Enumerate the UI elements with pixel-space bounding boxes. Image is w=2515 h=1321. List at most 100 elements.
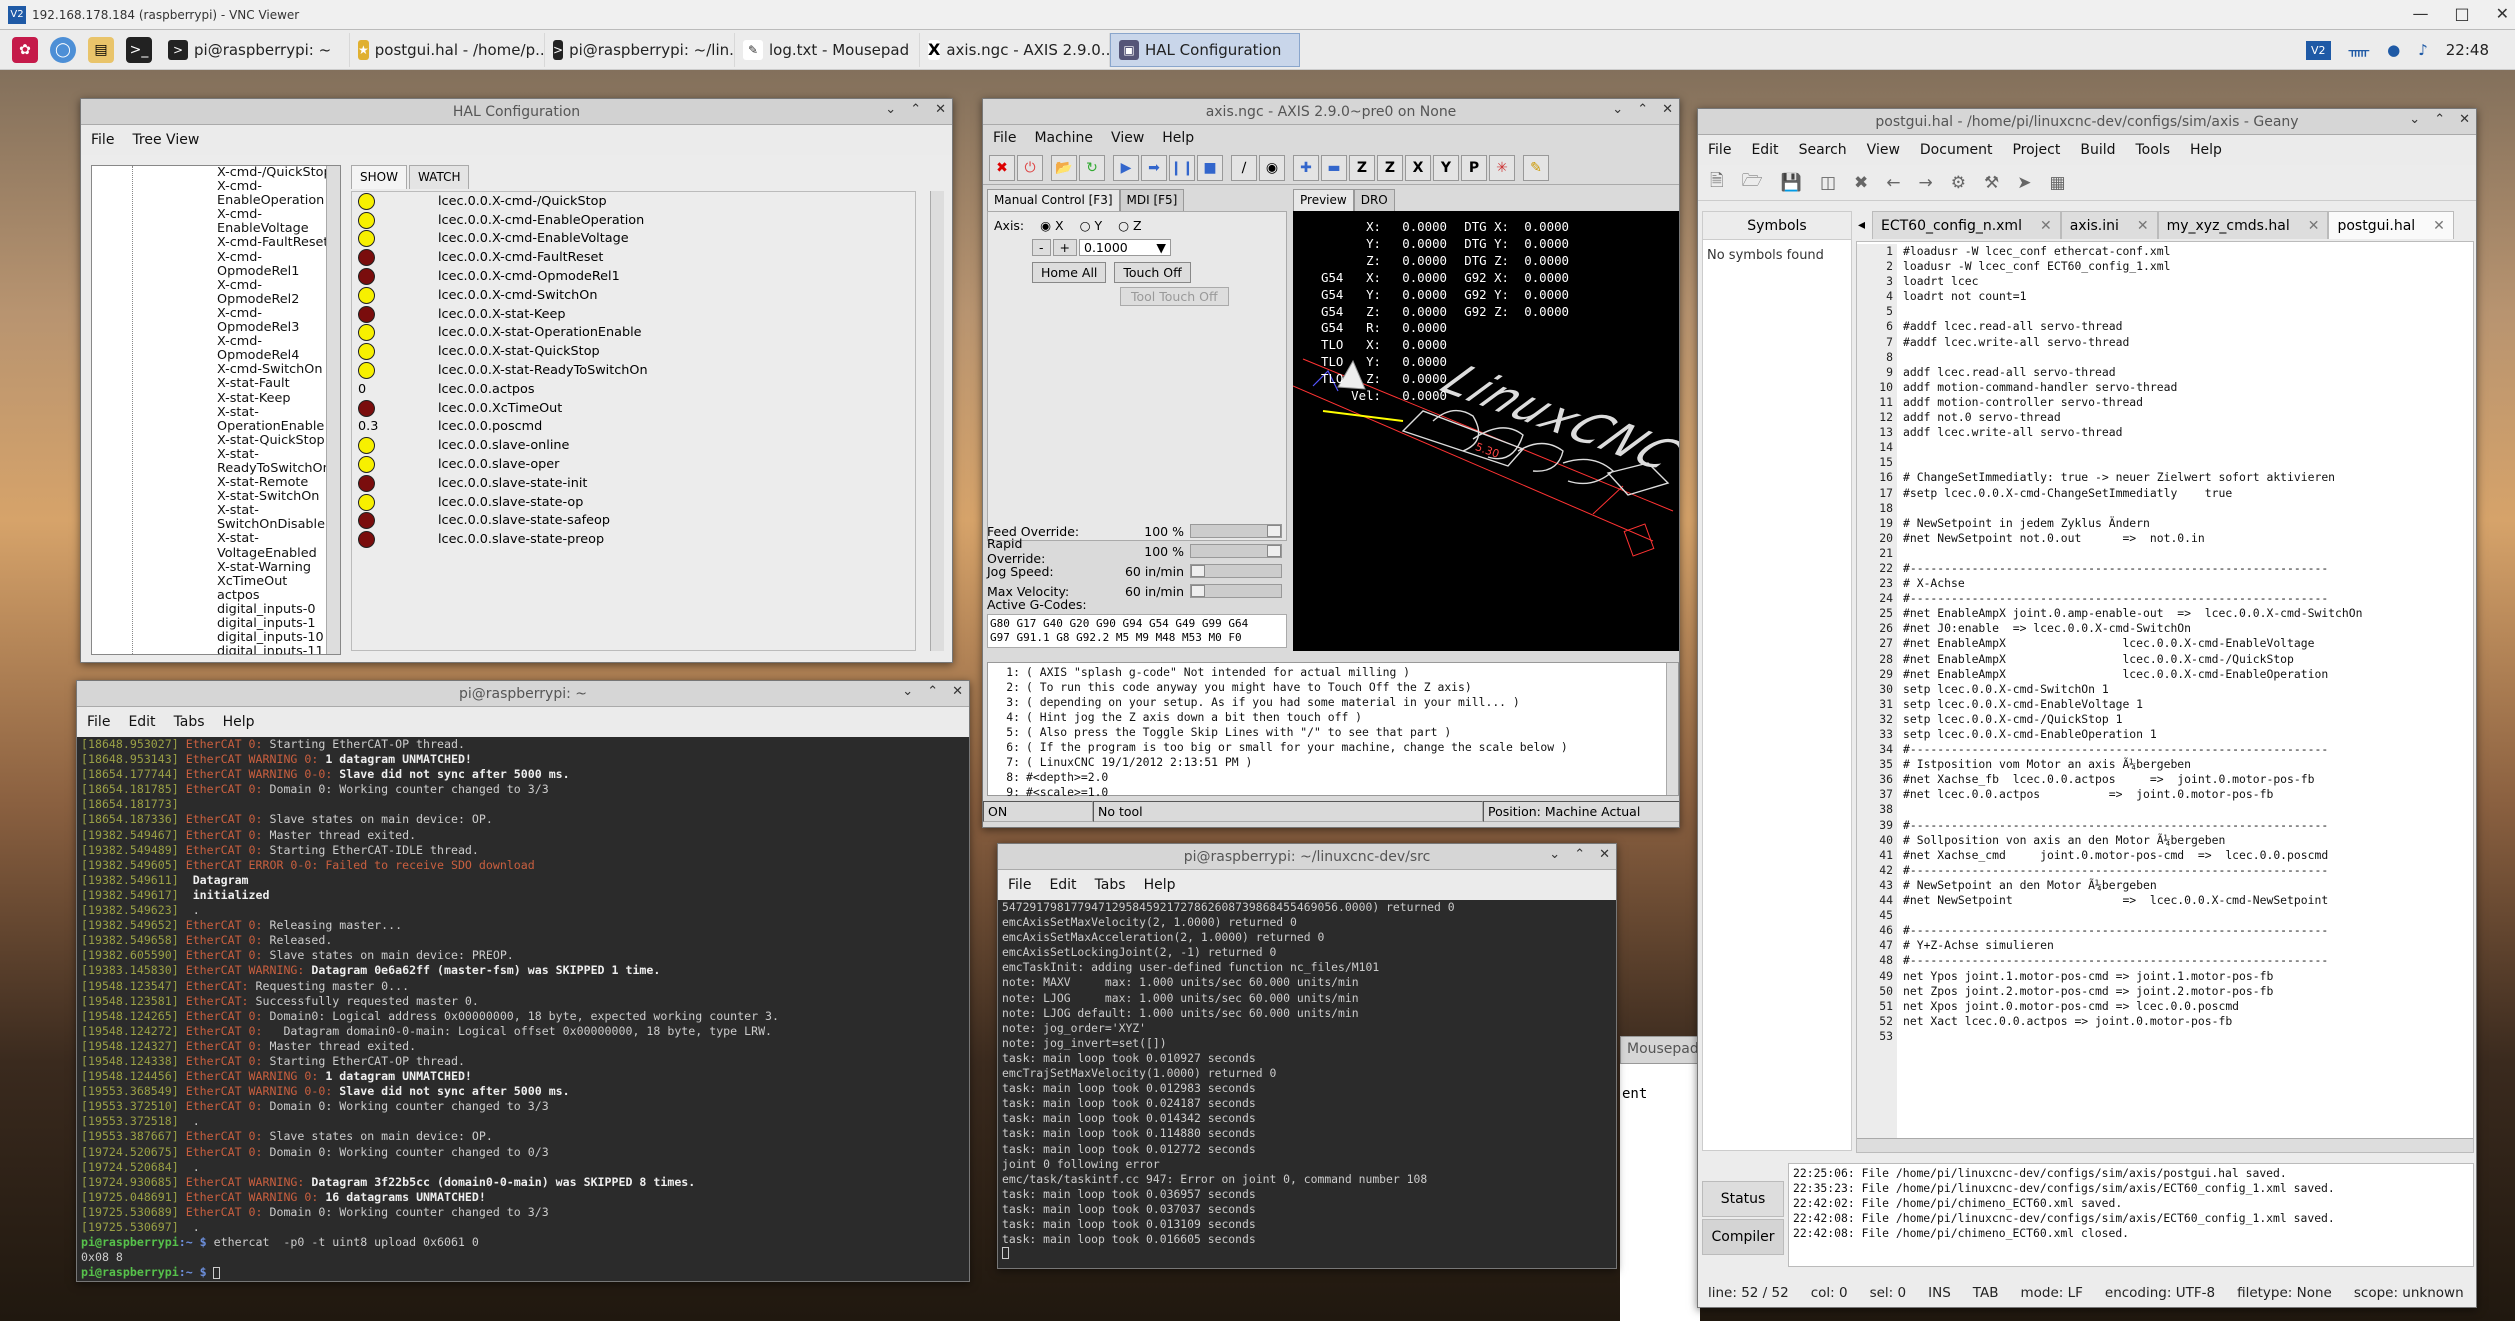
tree-item[interactable]: digital_inputs-0 — [217, 602, 340, 617]
menu-tree-view[interactable]: Tree View — [132, 132, 199, 148]
tree-item[interactable]: X-stat-Keep — [217, 391, 340, 406]
gcode-line[interactable]: 3:( depending on your setup. As if you h… — [992, 695, 1674, 710]
optional-stop-icon[interactable]: ◉ — [1259, 154, 1285, 181]
menu-file[interactable]: File — [993, 130, 1016, 146]
tree-item[interactable]: X-stat-Warning — [217, 560, 340, 575]
chevron-up-icon[interactable]: ⌃ — [927, 684, 938, 699]
task-hal-configuration[interactable]: ▣ HAL Configuration — [1110, 32, 1300, 67]
touch-off-button[interactable]: Touch Off — [1114, 262, 1191, 283]
view-y-icon[interactable]: Y — [1433, 154, 1459, 181]
document-tab[interactable]: ECT60_config_n.xml ✕ — [1872, 211, 2061, 239]
menu-edit[interactable]: Edit — [128, 714, 155, 730]
close-tab-icon[interactable]: ✕ — [2137, 218, 2149, 234]
close-tab-icon[interactable]: ✕ — [2308, 218, 2320, 234]
tabs-scroll-left-icon[interactable]: ◂ — [1858, 211, 1872, 239]
terminal-output[interactable]: [18648.953027] EtherCAT 0: Starting Ethe… — [77, 737, 969, 1281]
vnc-tray-icon[interactable]: V2 — [2306, 40, 2331, 60]
chevron-up-icon[interactable]: ⌃ — [1637, 102, 1648, 117]
block-delete-icon[interactable]: ∕ — [1231, 154, 1257, 181]
rotate-view-icon[interactable]: ✳ — [1489, 154, 1515, 181]
tree-item[interactable]: X-stat-SwitchOnDisable — [217, 504, 340, 532]
view-z-icon[interactable]: Z — [1349, 154, 1375, 181]
tab-preview[interactable]: Preview — [1293, 189, 1354, 211]
view-x-icon[interactable]: X — [1405, 154, 1431, 181]
tab-symbols[interactable]: Symbols — [1703, 212, 1851, 240]
override-slider[interactable] — [1190, 584, 1282, 598]
chevron-up-icon[interactable]: ⌃ — [2434, 112, 2445, 127]
tree-item[interactable]: XcTimeOut — [217, 574, 340, 589]
maximize-icon[interactable]: □ — [2454, 4, 2469, 23]
menu-help[interactable]: Help — [223, 714, 255, 730]
tree-item[interactable]: X-cmd-OpmodeRel3 — [217, 306, 340, 335]
scrollbar[interactable] — [1666, 663, 1678, 795]
tree-item[interactable]: X-stat-Fault — [217, 377, 340, 391]
browser-icon[interactable]: ◯ — [50, 36, 76, 63]
tab-manual-control[interactable]: Manual Control [F3] — [987, 189, 1120, 211]
raspberry-menu-icon[interactable]: ✿ — [12, 36, 38, 63]
slider-handle[interactable] — [1267, 545, 1281, 557]
scrollbar[interactable] — [326, 166, 340, 654]
folder-icon[interactable]: ▤ — [88, 36, 114, 63]
tree-item[interactable]: X-stat-OperationEnable — [217, 405, 340, 434]
tree-item[interactable]: X-cmd-OpmodeRel4 — [217, 335, 340, 363]
task-mousepad[interactable]: ✎ log.txt - Mousepad — [735, 32, 920, 67]
gcode-line[interactable]: 5:( Also press the Toggle Skip Lines wit… — [992, 725, 1674, 740]
zoom-out-icon[interactable]: ▬ — [1321, 154, 1347, 181]
chevron-up-icon[interactable]: ⌃ — [1574, 847, 1585, 862]
open-file-icon[interactable]: 📂 — [1051, 154, 1077, 181]
menu-edit[interactable]: Edit — [1751, 142, 1778, 158]
override-slider[interactable] — [1190, 524, 1282, 538]
menu-tabs[interactable]: Tabs — [1095, 877, 1126, 893]
close-tab-icon[interactable]: ✕ — [2040, 218, 2052, 234]
hal-tree[interactable]: X-cmd-/QuickStop X-cmd-EnableOperation X-c… — [91, 165, 341, 655]
tree-item[interactable]: X-stat-SwitchOn — [217, 490, 340, 504]
slider-handle[interactable] — [1267, 525, 1281, 537]
tree-item[interactable]: X-stat-QuickStop — [217, 433, 340, 448]
reload-icon[interactable]: ↻ — [1079, 154, 1105, 181]
tab-mdi[interactable]: MDI [F5] — [1119, 189, 1185, 211]
gcode-listing[interactable]: 1:( AXIS "splash g-code" Not intended fo… — [987, 662, 1679, 799]
tree-item[interactable]: actpos — [217, 588, 340, 603]
tree-item[interactable]: X-cmd-OpmodeRel1 — [217, 250, 340, 279]
close-icon[interactable]: ✕ — [952, 684, 963, 699]
tree-item[interactable]: X-cmd-FaultReset — [217, 236, 340, 250]
tab-status[interactable]: Status — [1702, 1181, 1784, 1217]
color-chooser-icon[interactable]: ▦ — [2050, 173, 2066, 193]
scrollbar[interactable] — [930, 191, 944, 651]
slider-handle[interactable] — [1191, 565, 1205, 577]
gcode-line[interactable]: 6:( If the program is too big or small f… — [992, 740, 1674, 755]
tool-touch-off-button[interactable]: Tool Touch Off — [1120, 287, 1229, 306]
radio-axis-z[interactable]: ○ Z — [1118, 218, 1141, 233]
tab-watch[interactable]: WATCH — [408, 165, 470, 189]
run-icon[interactable]: ▶ — [1113, 154, 1139, 181]
menu-view[interactable]: View — [1111, 130, 1144, 146]
override-slider[interactable] — [1190, 544, 1282, 558]
compile-icon[interactable]: ⚙ — [1951, 173, 1966, 193]
tree-item[interactable]: X-cmd-/QuickStop — [217, 166, 340, 180]
menu-edit[interactable]: Edit — [1049, 877, 1076, 893]
chevron-up-icon[interactable]: ⌃ — [910, 102, 921, 117]
bluetooth-icon[interactable]: ᚅ — [2349, 41, 2370, 59]
open-file-icon[interactable]: 🗁 — [1742, 168, 1763, 197]
menu-file[interactable]: File — [87, 714, 110, 730]
mousepad-window-fragment[interactable]: Mousepad — [1620, 1036, 1700, 1064]
view-p-icon[interactable]: P — [1461, 154, 1487, 181]
menu-file[interactable]: File — [1008, 877, 1031, 893]
stop-icon[interactable]: ■ — [1197, 154, 1223, 181]
power-icon[interactable]: ⏻ — [1017, 154, 1043, 181]
tree-item[interactable]: X-cmd-SwitchOn — [217, 363, 340, 377]
step-icon[interactable]: ➡ — [1141, 154, 1167, 181]
gcode-line[interactable]: 7:( LinuxCNC 19/1/2012 2:13:51 PM ) — [992, 755, 1674, 770]
chevron-down-icon[interactable]: ⌄ — [902, 684, 913, 699]
build-icon[interactable]: ⚒ — [1984, 173, 1999, 193]
document-tab[interactable]: postgui.hal ✕ — [2328, 211, 2454, 239]
close-file-icon[interactable]: ✖ — [1854, 173, 1868, 193]
tree-item[interactable]: digital_inputs-11 — [217, 645, 340, 654]
terminal-output[interactable]: 5472917981779471295845921727862608739868… — [998, 900, 1616, 1268]
save-all-icon[interactable]: ◫ — [1820, 173, 1836, 193]
menu-file[interactable]: File — [1708, 142, 1731, 158]
task-terminal-linuxcnc[interactable]: > pi@raspberrypi: ~/lin... — [545, 32, 735, 67]
estop-icon[interactable]: ✖ — [989, 154, 1015, 181]
tree-item[interactable]: X-cmd-EnableVoltage — [217, 208, 340, 236]
mousepad-content[interactable]: ent — [1620, 1064, 1700, 1321]
